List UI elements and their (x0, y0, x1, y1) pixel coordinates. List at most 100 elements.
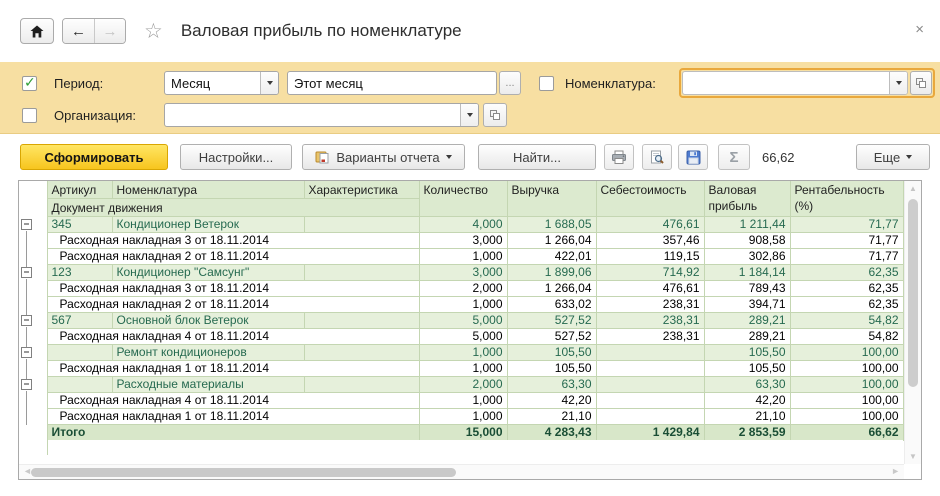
document-row[interactable]: Расходная накладная 3 от 18.11.20142,000… (19, 281, 903, 297)
organization-input[interactable] (164, 103, 479, 127)
nomenclature-checkbox[interactable] (539, 76, 554, 91)
group-row[interactable]: Расходные материалы2,00063,3063,30100,00 (19, 377, 903, 393)
quantity-cell[interactable]: 1,000 (419, 361, 507, 377)
row-expander-cell[interactable] (19, 217, 47, 233)
revenue-cell[interactable]: 527,52 (507, 329, 596, 345)
group-row[interactable]: 123Кондиционер "Самсунг"3,0001 899,06714… (19, 265, 903, 281)
period-checkbox[interactable]: ✓ (22, 76, 37, 91)
document-row[interactable]: Расходная накладная 2 от 18.11.20141,000… (19, 249, 903, 265)
collapse-icon[interactable] (21, 379, 32, 390)
scroll-down-icon[interactable]: ▼ (905, 452, 921, 461)
column-header-revenue[interactable]: Выручка (507, 181, 596, 217)
cost-cell[interactable] (596, 393, 704, 409)
profit-cell[interactable]: 21,10 (704, 409, 790, 425)
revenue-cell[interactable]: 42,20 (507, 393, 596, 409)
scroll-right-icon[interactable]: ► (891, 466, 900, 476)
chevron-down-icon[interactable] (889, 72, 907, 94)
nomenclature-choose-button[interactable] (910, 71, 932, 95)
revenue-cell[interactable]: 1 266,04 (507, 233, 596, 249)
profit-cell[interactable]: 908,58 (704, 233, 790, 249)
cost-cell[interactable] (596, 377, 704, 393)
article-cell[interactable]: 123 (47, 265, 112, 281)
column-header-cost[interactable]: Себестоимость (596, 181, 704, 217)
document-name-cell[interactable]: Расходная накладная 3 от 18.11.2014 (47, 281, 419, 297)
group-row[interactable]: 345Кондиционер Ветерок4,0001 688,05476,6… (19, 217, 903, 233)
collapse-icon[interactable] (21, 267, 32, 278)
nomenclature-cell[interactable]: Расходные материалы (112, 377, 304, 393)
profit-cell[interactable]: 42,20 (704, 393, 790, 409)
quantity-cell[interactable]: 5,000 (419, 313, 507, 329)
revenue-cell[interactable]: 1 688,05 (507, 217, 596, 233)
margin-cell[interactable]: 71,77 (790, 249, 903, 265)
revenue-cell[interactable]: 63,30 (507, 377, 596, 393)
margin-cell[interactable]: 100,00 (790, 393, 903, 409)
organization-checkbox[interactable] (22, 108, 37, 123)
revenue-cell[interactable]: 105,50 (507, 361, 596, 377)
quantity-cell[interactable]: 4,000 (419, 217, 507, 233)
profit-cell[interactable]: 63,30 (704, 377, 790, 393)
document-row[interactable]: Расходная накладная 4 от 18.11.20145,000… (19, 329, 903, 345)
more-button[interactable]: Еще (856, 144, 930, 170)
nomenclature-cell[interactable]: Кондиционер Ветерок (112, 217, 304, 233)
revenue-cell[interactable]: 422,01 (507, 249, 596, 265)
cost-cell[interactable]: 476,61 (596, 281, 704, 297)
cost-cell[interactable]: 238,31 (596, 297, 704, 313)
cost-cell[interactable]: 476,61 (596, 217, 704, 233)
nomenclature-cell[interactable]: Ремонт кондиционеров (112, 345, 304, 361)
margin-cell[interactable]: 54,82 (790, 313, 903, 329)
collapse-icon[interactable] (21, 315, 32, 326)
margin-cell[interactable]: 62,35 (790, 297, 903, 313)
document-row[interactable]: Расходная накладная 1 от 18.11.20141,000… (19, 409, 903, 425)
cost-cell[interactable]: 357,46 (596, 233, 704, 249)
cost-cell[interactable] (596, 409, 704, 425)
vertical-scroll-thumb[interactable] (908, 199, 918, 387)
row-expander-cell[interactable] (19, 377, 47, 393)
revenue-cell[interactable]: 4 283,43 (507, 425, 596, 441)
revenue-cell[interactable]: 1 899,06 (507, 265, 596, 281)
revenue-cell[interactable]: 1 266,04 (507, 281, 596, 297)
nomenclature-cell[interactable]: Кондиционер "Самсунг" (112, 265, 304, 281)
cost-cell[interactable] (596, 361, 704, 377)
profit-cell[interactable]: 394,71 (704, 297, 790, 313)
column-header-nomenclature[interactable]: Номенклатура (112, 181, 304, 199)
home-button[interactable] (20, 18, 54, 44)
characteristic-cell[interactable] (304, 265, 419, 281)
generate-button[interactable]: Сформировать (20, 144, 168, 170)
period-value-input[interactable]: Этот месяц (287, 71, 497, 95)
margin-cell[interactable]: 66,62 (790, 425, 903, 441)
favorite-star-icon[interactable]: ☆ (144, 21, 163, 42)
quantity-cell[interactable]: 5,000 (419, 329, 507, 345)
horizontal-scrollbar[interactable]: ◄ ► (19, 464, 904, 479)
column-header-margin[interactable]: Рентабельность (%) (790, 181, 903, 217)
characteristic-cell[interactable] (304, 345, 419, 361)
margin-cell[interactable]: 100,00 (790, 345, 903, 361)
profit-cell[interactable]: 1 184,14 (704, 265, 790, 281)
revenue-cell[interactable]: 21,10 (507, 409, 596, 425)
margin-cell[interactable]: 100,00 (790, 377, 903, 393)
document-name-cell[interactable]: Расходная накладная 4 от 18.11.2014 (47, 393, 419, 409)
collapse-icon[interactable] (21, 219, 32, 230)
margin-cell[interactable]: 62,35 (790, 281, 903, 297)
find-button[interactable]: Найти... (478, 144, 596, 170)
row-expander-cell[interactable] (19, 265, 47, 281)
profit-cell[interactable]: 105,50 (704, 345, 790, 361)
cost-cell[interactable]: 1 429,84 (596, 425, 704, 441)
profit-cell[interactable]: 302,86 (704, 249, 790, 265)
profit-cell[interactable]: 789,43 (704, 281, 790, 297)
profit-cell[interactable]: 105,50 (704, 361, 790, 377)
margin-cell[interactable]: 100,00 (790, 409, 903, 425)
quantity-cell[interactable]: 1,000 (419, 249, 507, 265)
preview-button[interactable] (642, 144, 672, 170)
quantity-cell[interactable]: 1,000 (419, 393, 507, 409)
row-expander-cell[interactable] (19, 345, 47, 361)
chevron-down-icon[interactable] (260, 72, 278, 94)
report-variants-button[interactable]: Варианты отчета (302, 144, 465, 170)
document-name-cell[interactable]: Расходная накладная 2 от 18.11.2014 (47, 249, 419, 265)
document-name-cell[interactable]: Расходная накладная 2 от 18.11.2014 (47, 297, 419, 313)
revenue-cell[interactable]: 105,50 (507, 345, 596, 361)
margin-cell[interactable]: 100,00 (790, 361, 903, 377)
sum-button[interactable]: Σ (718, 144, 750, 170)
margin-cell[interactable]: 71,77 (790, 217, 903, 233)
group-row[interactable]: 567Основной блок Ветерок5,000527,52238,3… (19, 313, 903, 329)
horizontal-scroll-thumb[interactable] (31, 468, 456, 477)
